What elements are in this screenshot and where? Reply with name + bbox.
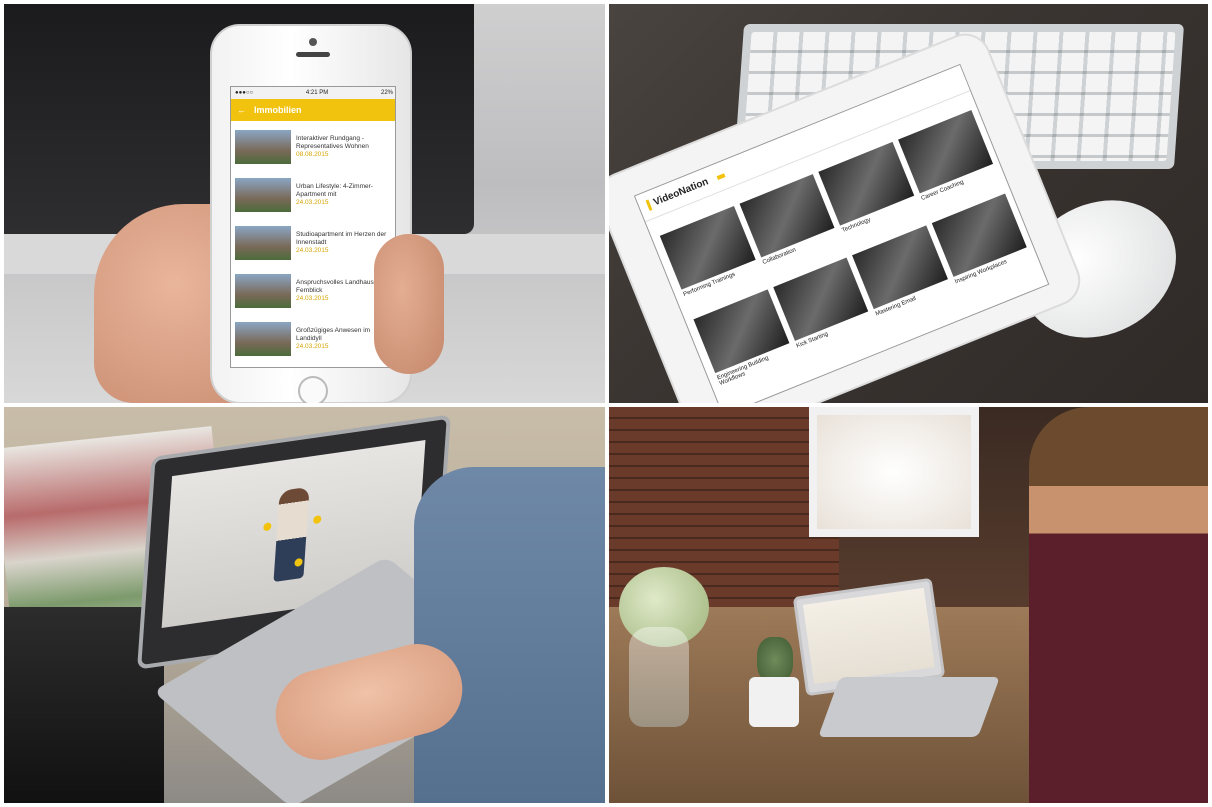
listing-list: Interaktiver Rundgang - Representatives … — [231, 123, 395, 363]
app-title: Immobilien — [254, 105, 302, 115]
listing-date: 24.03.2015 — [296, 199, 329, 207]
listing-thumbnail — [235, 322, 291, 356]
list-item[interactable]: Anspruchsvolles Landhaus mit Fernblick 2… — [231, 267, 395, 315]
status-time: 4:21 PM — [305, 90, 329, 96]
phone-screen: ●●●○○ 4:21 PM 22% ← Immobilien Interakti… — [230, 86, 396, 368]
signal-icon: ●●●○○ — [235, 90, 254, 96]
listing-thumbnail — [235, 178, 291, 212]
photo-phone-in-hand: ●●●○○ 4:21 PM 22% ← Immobilien Interakti… — [4, 4, 605, 403]
photo-collage: ●●●○○ 4:21 PM 22% ← Immobilien Interakti… — [0, 0, 1212, 807]
speaker-grille — [296, 52, 330, 57]
hotspot-icon — [313, 515, 322, 525]
listing-thumbnail — [235, 130, 291, 164]
hotspot-icon — [263, 522, 272, 532]
glass-vase — [629, 627, 689, 727]
camera-icon — [309, 38, 317, 46]
nav-active-tab — [716, 172, 726, 180]
list-item[interactable]: Großzügiges Anwesen im Landidyll 24.03.2… — [231, 315, 395, 363]
listing-title: Studioapartment im Herzen der Innenstadt — [296, 230, 387, 246]
photo-laptop-on-lap — [4, 407, 605, 803]
plant-pot — [749, 677, 799, 727]
photo-tablet-on-desk: VideoNation Performing Trainings Collabo… — [609, 4, 1208, 403]
listing-thumbnail — [235, 274, 291, 308]
person-sleeve — [414, 467, 605, 803]
battery-level: 22% — [380, 90, 393, 96]
listing-thumbnail — [235, 226, 291, 260]
listing-title: Urban Lifestyle: 4-Zimmer-Apartment mit — [296, 182, 373, 198]
app-bar: ← Immobilien — [231, 99, 395, 121]
list-item[interactable]: Interaktiver Rundgang - Representatives … — [231, 123, 395, 171]
arrow-left-icon[interactable]: ← — [237, 105, 246, 115]
home-button — [298, 376, 328, 403]
listing-title: Interaktiver Rundgang - Representatives … — [296, 134, 369, 150]
window — [809, 407, 979, 537]
photo-man-at-desk — [609, 407, 1208, 803]
tablet-screen: VideoNation Performing Trainings Collabo… — [633, 63, 1050, 403]
hand-fingers — [374, 234, 444, 374]
video-presenter — [273, 486, 310, 583]
list-item[interactable]: Urban Lifestyle: 4-Zimmer-Apartment mit … — [231, 171, 395, 219]
desk-laptop-keyboard — [818, 677, 1000, 737]
desk-laptop-screen — [802, 587, 935, 685]
man-working — [1029, 407, 1208, 803]
list-item[interactable]: Studioapartment im Herzen der Innenstadt… — [231, 219, 395, 267]
status-bar: ●●●○○ 4:21 PM 22% — [231, 87, 395, 99]
listing-date: 08.08.2015 — [296, 151, 329, 159]
